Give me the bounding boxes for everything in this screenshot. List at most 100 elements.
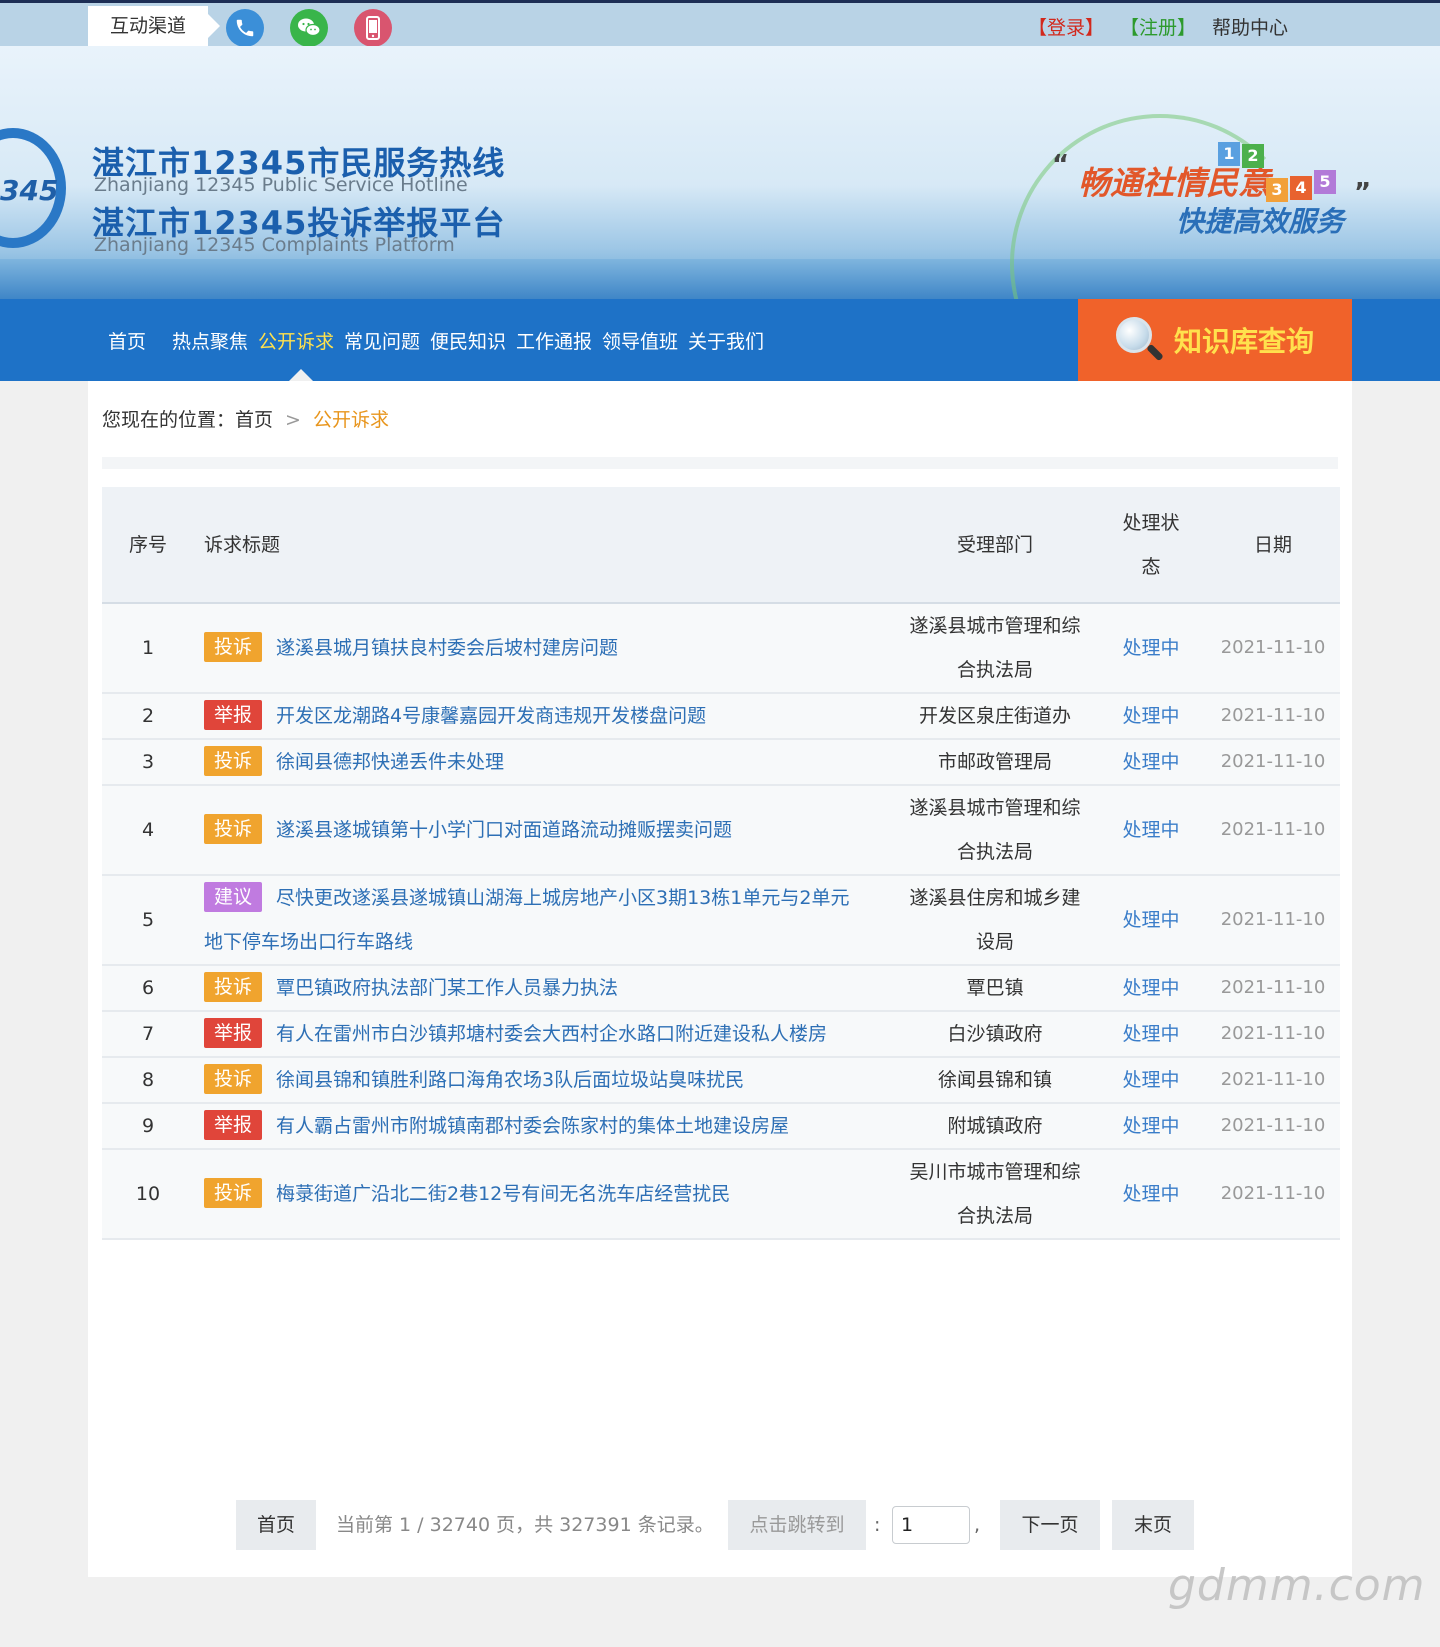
type-badge: 建议 bbox=[204, 881, 262, 912]
next-page-button[interactable]: 下一页 bbox=[1000, 1500, 1100, 1550]
nav-hot-topics[interactable]: 热点聚焦 bbox=[172, 327, 248, 354]
quote-open: “ bbox=[1052, 150, 1070, 180]
type-badge: 投诉 bbox=[204, 631, 262, 662]
appeal-title-link[interactable]: 徐闻县德邦快递丢件未处理 bbox=[276, 751, 504, 773]
quote-close: ” bbox=[1354, 178, 1372, 208]
row-no: 6 bbox=[102, 965, 194, 1012]
table-row[interactable]: 9 举报 有人霸占雷州市附城镇南郡村委会陈家村的集体土地建设房屋 附城镇政府 处理中 20… bbox=[102, 1103, 1340, 1150]
row-status: 处理中 bbox=[1096, 1149, 1206, 1240]
nav-convenience-knowledge[interactable]: 便民知识 bbox=[430, 327, 506, 354]
top-bar: 互动渠道 【登录】 【注册】 帮助中心 bbox=[0, 0, 1440, 49]
row-title-cell: 投诉 覃巴镇政府执法部门某工作人员暴力执法 bbox=[194, 965, 894, 1012]
wechat-icon[interactable] bbox=[290, 9, 328, 47]
header-no: 序号 bbox=[102, 487, 194, 604]
slogan-line2: 快捷高效服务 bbox=[1176, 205, 1345, 238]
type-badge: 投诉 bbox=[204, 813, 262, 844]
login-link[interactable]: 【登录】 bbox=[1028, 13, 1104, 40]
help-center-link[interactable]: 帮助中心 bbox=[1212, 13, 1288, 40]
appeal-title-link[interactable]: 梅菉街道广沿北二街2巷12号有间无名洗车店经营扰民 bbox=[276, 1183, 730, 1205]
watermark: gdmm.com bbox=[1168, 1560, 1426, 1611]
number-block-3: 3 bbox=[1266, 178, 1288, 202]
nav-public-appeals[interactable]: 公开诉求 bbox=[258, 327, 334, 354]
row-status: 处理中 bbox=[1096, 785, 1206, 876]
first-page-button[interactable]: 首页 bbox=[236, 1500, 316, 1550]
page-number-input[interactable] bbox=[892, 1506, 970, 1544]
header-dept: 受理部门 bbox=[894, 487, 1096, 604]
row-no: 10 bbox=[102, 1149, 194, 1240]
nav-about-us[interactable]: 关于我们 bbox=[688, 327, 764, 354]
row-title-cell: 投诉 梅菉街道广沿北二街2巷12号有间无名洗车店经营扰民 bbox=[194, 1149, 894, 1240]
row-dept: 遂溪县城市管理和综合执法局 bbox=[894, 603, 1096, 694]
row-title-cell: 建议 尽快更改遂溪县遂城镇山湖海上城房地产小区3期13栋1单元与2单元地下停车场出… bbox=[194, 875, 894, 966]
breadcrumb-prefix: 您现在的位置： bbox=[102, 409, 236, 431]
row-title-cell: 投诉 遂溪县城月镇扶良村委会后坡村建房问题 bbox=[194, 603, 894, 694]
appeal-title-link[interactable]: 有人在雷州市白沙镇邦塘村委会大西村企水路口附近建设私人楼房 bbox=[276, 1023, 827, 1045]
row-date: 2021-11-10 bbox=[1206, 965, 1340, 1012]
breadcrumb-current: 公开诉求 bbox=[312, 409, 389, 431]
row-dept: 开发区泉庄街道办 bbox=[894, 693, 1096, 740]
row-dept: 附城镇政府 bbox=[894, 1103, 1096, 1150]
row-status: 处理中 bbox=[1096, 1057, 1206, 1104]
appeal-title-link[interactable]: 遂溪县城月镇扶良村委会后坡村建房问题 bbox=[276, 637, 618, 659]
table-row[interactable]: 6 投诉 覃巴镇政府执法部门某工作人员暴力执法 覃巴镇 处理中 2021-11-10 bbox=[102, 965, 1340, 1012]
jump-comma: , bbox=[974, 1514, 981, 1536]
appeal-title-link[interactable]: 遂溪县遂城镇第十小学门口对面道路流动摊贩摆卖问题 bbox=[276, 819, 732, 841]
row-date: 2021-11-10 bbox=[1206, 875, 1340, 966]
register-link[interactable]: 【注册】 bbox=[1120, 13, 1196, 40]
row-dept: 白沙镇政府 bbox=[894, 1011, 1096, 1058]
site-subtitle-platform: Zhanjiang 12345 Complaints Platform bbox=[94, 234, 455, 256]
row-no: 3 bbox=[102, 739, 194, 786]
jump-colon: : bbox=[874, 1514, 881, 1536]
nav-home[interactable]: 首页 bbox=[108, 327, 146, 354]
row-no: 4 bbox=[102, 785, 194, 876]
appeal-title-link[interactable]: 尽快更改遂溪县遂城镇山湖海上城房地产小区3期13栋1单元与2单元地下停车场出口行… bbox=[204, 887, 849, 953]
nav-work-bulletin[interactable]: 工作通报 bbox=[516, 327, 592, 354]
appeal-title-link[interactable]: 有人霸占雷州市附城镇南郡村委会陈家村的集体土地建设房屋 bbox=[276, 1115, 789, 1137]
type-badge: 举报 bbox=[204, 1017, 262, 1048]
row-dept: 徐闻县锦和镇 bbox=[894, 1057, 1096, 1104]
jump-to-page-button[interactable]: 点击跳转到 bbox=[728, 1500, 866, 1550]
main-content: 您现在的位置：首页 > 公开诉求 序号 诉求标题 受理部门 处理状态 日期 1 投诉遂… bbox=[88, 381, 1352, 1577]
row-title-cell: 投诉 徐闻县锦和镇胜利路口海角农场3队后面垃圾站臭味扰民 bbox=[194, 1057, 894, 1104]
type-badge: 举报 bbox=[204, 1109, 262, 1140]
table-row[interactable]: 1 投诉 遂溪县城月镇扶良村委会后坡村建房问题 遂溪县城市管理和综合执法局 处理中 202… bbox=[102, 603, 1340, 694]
table-row[interactable]: 5 建议 尽快更改遂溪县遂城镇山湖海上城房地产小区3期13栋1单元与2单元地下停车场… bbox=[102, 875, 1340, 966]
table-header-row: 序号 诉求标题 受理部门 处理状态 日期 bbox=[102, 487, 1340, 604]
nav-active-indicator bbox=[289, 369, 313, 381]
table-row[interactable]: 2 举报 开发区龙潮路4号康馨嘉园开发商违规开发楼盘问题 开发区泉庄街道办 处理中 202… bbox=[102, 693, 1340, 740]
table-row[interactable]: 8 投诉 徐闻县锦和镇胜利路口海角农场3队后面垃圾站臭味扰民 徐闻县锦和镇 处理中 202… bbox=[102, 1057, 1340, 1104]
table-row[interactable]: 3 投诉 徐闻县德邦快递丢件未处理 市邮政管理局 处理中 2021-11-10 bbox=[102, 739, 1340, 786]
table-row[interactable]: 10 投诉 梅菉街道广沿北二街2巷12号有间无名洗车店经营扰民 吴川市城市管理和综合执… bbox=[102, 1149, 1340, 1240]
row-no: 7 bbox=[102, 1011, 194, 1058]
breadcrumb-home[interactable]: 首页 bbox=[235, 409, 273, 431]
main-nav: 首页 热点聚焦 公开诉求 常见问题 便民知识 工作通报 领导值班 关于我们 知识… bbox=[0, 299, 1440, 381]
row-status: 处理中 bbox=[1096, 875, 1206, 966]
type-badge: 投诉 bbox=[204, 745, 262, 776]
appeal-title-link[interactable]: 开发区龙潮路4号康馨嘉园开发商违规开发楼盘问题 bbox=[276, 705, 706, 727]
table-row[interactable]: 7 举报 有人在雷州市白沙镇邦塘村委会大西村企水路口附近建设私人楼房 白沙镇政府 处理中… bbox=[102, 1011, 1340, 1058]
table-row[interactable]: 4 投诉 遂溪县遂城镇第十小学门口对面道路流动摊贩摆卖问题 遂溪县城市管理和综合执法局… bbox=[102, 785, 1340, 876]
row-title-cell: 投诉 徐闻县德邦快递丢件未处理 bbox=[194, 739, 894, 786]
appeal-title-link[interactable]: 覃巴镇政府执法部门某工作人员暴力执法 bbox=[276, 977, 618, 999]
header-date: 日期 bbox=[1206, 487, 1340, 604]
header-title: 诉求标题 bbox=[194, 487, 894, 604]
breadcrumb-separator: > bbox=[285, 409, 301, 431]
nav-faq[interactable]: 常见问题 bbox=[344, 327, 420, 354]
row-date: 2021-11-10 bbox=[1206, 785, 1340, 876]
row-status: 处理中 bbox=[1096, 1011, 1206, 1058]
row-date: 2021-11-10 bbox=[1206, 1011, 1340, 1058]
nav-leader-duty[interactable]: 领导值班 bbox=[602, 327, 678, 354]
phone-icon[interactable] bbox=[226, 9, 264, 47]
knowledge-base-search-button[interactable]: 知识库查询 bbox=[1078, 299, 1352, 381]
mobile-icon[interactable] bbox=[354, 9, 392, 47]
row-status: 处理中 bbox=[1096, 603, 1206, 694]
number-block-2: 2 bbox=[1242, 144, 1264, 168]
type-badge: 投诉 bbox=[204, 1063, 262, 1094]
row-dept: 遂溪县城市管理和综合执法局 bbox=[894, 785, 1096, 876]
last-page-button[interactable]: 末页 bbox=[1112, 1500, 1194, 1550]
row-title-cell: 举报 有人霸占雷州市附城镇南郡村委会陈家村的集体土地建设房屋 bbox=[194, 1103, 894, 1150]
row-date: 2021-11-10 bbox=[1206, 603, 1340, 694]
appeal-title-link[interactable]: 徐闻县锦和镇胜利路口海角农场3队后面垃圾站臭味扰民 bbox=[276, 1069, 744, 1091]
site-subtitle-hotline: Zhanjiang 12345 Public Service Hotline bbox=[94, 174, 468, 196]
breadcrumb: 您现在的位置：首页 > 公开诉求 bbox=[102, 405, 389, 432]
